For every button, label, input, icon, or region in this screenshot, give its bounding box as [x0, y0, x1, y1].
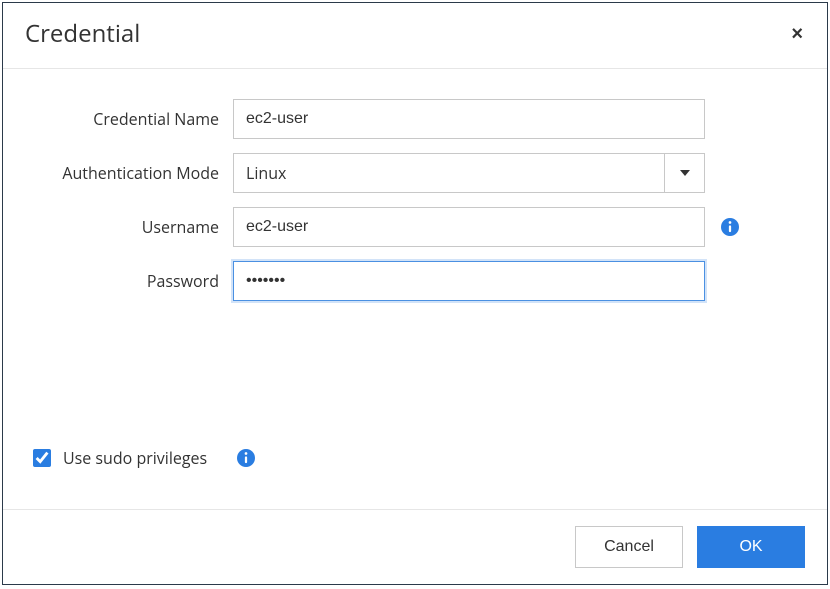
password-input[interactable] — [233, 261, 705, 301]
auth-mode-label: Authentication Mode — [33, 162, 233, 184]
auth-mode-select[interactable]: Linux — [233, 153, 705, 193]
sudo-info-icon[interactable] — [237, 449, 255, 467]
row-username: Username — [33, 207, 797, 247]
auth-mode-dropdown-button[interactable] — [664, 154, 704, 192]
row-credential-name: Credential Name — [33, 99, 797, 139]
username-info-icon[interactable] — [721, 218, 739, 236]
credential-dialog: Credential × Credential Name Authenticat… — [2, 2, 828, 585]
row-auth-mode: Authentication Mode Linux — [33, 153, 797, 193]
username-input[interactable] — [233, 207, 705, 247]
close-button[interactable]: × — [787, 24, 807, 44]
sudo-label: Use sudo privileges — [63, 447, 207, 469]
sudo-checkbox[interactable] — [33, 449, 51, 467]
dialog-titlebar: Credential × — [3, 3, 827, 69]
auth-mode-field-wrap: Linux — [233, 153, 797, 193]
username-label: Username — [33, 216, 233, 238]
credential-name-label: Credential Name — [33, 108, 233, 130]
row-sudo: Use sudo privileges — [33, 447, 797, 469]
dialog-footer: Cancel OK — [3, 509, 827, 584]
password-field-wrap — [233, 261, 797, 301]
auth-mode-selected-value: Linux — [234, 154, 664, 192]
dialog-body: Credential Name Authentication Mode Linu… — [3, 69, 827, 509]
username-field-wrap — [233, 207, 797, 247]
row-password: Password — [33, 261, 797, 301]
chevron-down-icon — [680, 170, 690, 176]
password-label: Password — [33, 270, 233, 292]
ok-button[interactable]: OK — [697, 526, 805, 568]
cancel-button[interactable]: Cancel — [575, 526, 683, 568]
dialog-title: Credential — [25, 17, 140, 50]
credential-name-input[interactable] — [233, 99, 705, 139]
credential-name-field-wrap — [233, 99, 797, 139]
